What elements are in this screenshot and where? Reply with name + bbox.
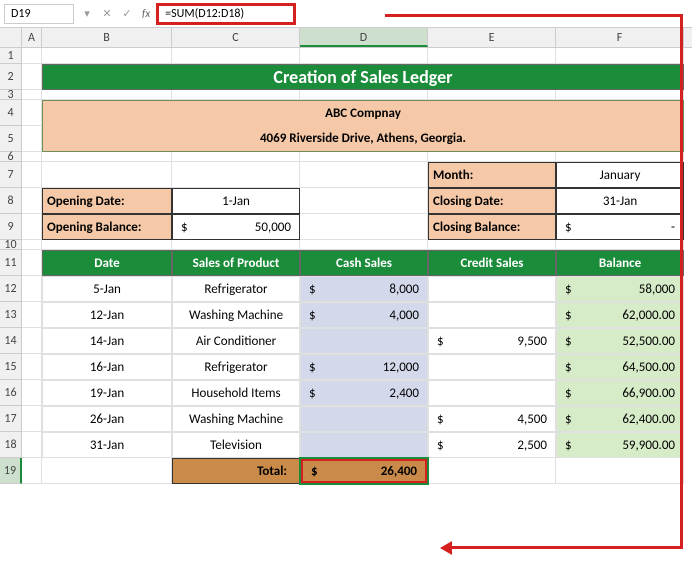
table-cell[interactable]: $66,900.00 [556,380,684,406]
fx-icon[interactable]: fx [142,7,150,20]
dropdown-icon[interactable]: ▾ [78,5,96,23]
table-cell[interactable]: 26-Jan [42,406,172,432]
table-cell[interactable]: 16-Jan [42,354,172,380]
table-cell[interactable]: $62,400.00 [556,406,684,432]
col-cash-header: Cash Sales [300,250,428,276]
col-header-E[interactable]: E [428,28,556,47]
table-cell[interactable]: Television [172,432,300,458]
col-date-header: Date [42,250,172,276]
opening-date-value[interactable]: 1-Jan [172,188,300,214]
closing-balance-value[interactable]: $- [556,214,684,240]
table-cell[interactable] [300,432,428,458]
table-cell[interactable]: $9,500 [428,328,556,354]
col-header-C[interactable]: C [172,28,300,47]
total-label: Total: [172,458,300,484]
table-cell[interactable]: Washing Machine [172,406,300,432]
row-header-11[interactable]: 11 [0,250,22,276]
spreadsheet-grid[interactable]: 1 2 Creation of Sales Ledger 3 4 ABC Com… [22,48,692,484]
row-header-5[interactable]: 5 [0,126,22,152]
enter-icon[interactable]: ✓ [118,5,136,23]
table-cell[interactable]: $64,500.00 [556,354,684,380]
month-label: Month: [428,162,556,188]
table-cell[interactable]: $8,000 [300,276,428,302]
col-product-header: Sales of Product [172,250,300,276]
table-cell[interactable]: 14-Jan [42,328,172,354]
col-balance-header: Balance [556,250,684,276]
name-box[interactable]: D19 [4,4,74,24]
table-cell[interactable]: Refrigerator [172,276,300,302]
row-header-17[interactable]: 17 [0,406,22,432]
select-all-corner[interactable] [0,28,22,48]
table-cell[interactable]: 31-Jan [42,432,172,458]
formula-input[interactable]: =SUM(D12:D18) [156,3,296,25]
row-header-4[interactable]: 4 [0,100,22,126]
table-cell[interactable] [428,380,556,406]
row-header-8[interactable]: 8 [0,188,22,214]
table-cell[interactable]: $62,000.00 [556,302,684,328]
table-cell[interactable]: $12,000 [300,354,428,380]
row-header-14[interactable]: 14 [0,328,22,354]
opening-balance-value[interactable]: $50,000 [172,214,300,240]
row-header-10[interactable]: 10 [0,240,22,250]
table-cell[interactable]: Air Conditioner [172,328,300,354]
table-cell[interactable]: $2,400 [300,380,428,406]
opening-date-label: Opening Date: [42,188,172,214]
table-cell[interactable] [300,328,428,354]
closing-date-value[interactable]: 31-Jan [556,188,684,214]
col-header-B[interactable]: B [42,28,172,47]
table-cell[interactable] [428,276,556,302]
table-cell[interactable]: $52,500.00 [556,328,684,354]
table-cell[interactable]: $58,000 [556,276,684,302]
company-name: ABC Compnay [42,100,684,126]
table-cell[interactable] [428,302,556,328]
opening-balance-label: Opening Balance: [42,214,172,240]
row-header-18[interactable]: 18 [0,432,22,458]
row-header-16[interactable]: 16 [0,380,22,406]
row-header-13[interactable]: 13 [0,302,22,328]
table-cell[interactable]: Washing Machine [172,302,300,328]
table-cell[interactable]: $4,500 [428,406,556,432]
table-cell[interactable]: 19-Jan [42,380,172,406]
month-value[interactable]: January [556,162,684,188]
col-header-F[interactable]: F [556,28,684,47]
row-header-9[interactable]: 9 [0,214,22,240]
table-cell[interactable] [428,354,556,380]
row-header-1[interactable]: 1 [0,48,22,64]
table-cell[interactable]: 12-Jan [42,302,172,328]
annotation-arrowhead-icon [440,541,452,555]
annotation-arrow-icon [450,546,683,549]
table-cell[interactable]: $2,500 [428,432,556,458]
total-value-cell[interactable]: $26,400 [300,458,428,484]
col-header-D[interactable]: D [300,28,428,47]
row-header-3[interactable]: 3 [0,90,22,100]
cancel-icon[interactable]: ✕ [98,5,116,23]
table-cell[interactable]: Household Items [172,380,300,406]
company-address: 4069 Riverside Drive, Athens, Georgia. [42,126,684,152]
col-credit-header: Credit Sales [428,250,556,276]
table-cell[interactable]: $4,000 [300,302,428,328]
row-header-7[interactable]: 7 [0,162,22,188]
row-header-6[interactable]: 6 [0,152,22,162]
row-header-2[interactable]: 2 [0,64,22,90]
col-header-A[interactable]: A [22,28,42,47]
row-header-12[interactable]: 12 [0,276,22,302]
column-headers: A B C D E F [22,28,692,48]
table-cell[interactable]: $59,900.00 [556,432,684,458]
closing-date-label: Closing Date: [428,188,556,214]
table-cell[interactable] [300,406,428,432]
table-cell[interactable]: Refrigerator [172,354,300,380]
row-header-19[interactable]: 19 [0,458,22,484]
closing-balance-label: Closing Balance: [428,214,556,240]
page-title: Creation of Sales Ledger [42,64,684,90]
annotation-arrow-icon [385,14,683,17]
row-header-15[interactable]: 15 [0,354,22,380]
annotation-arrow-icon [680,14,683,549]
table-cell[interactable]: 5-Jan [42,276,172,302]
